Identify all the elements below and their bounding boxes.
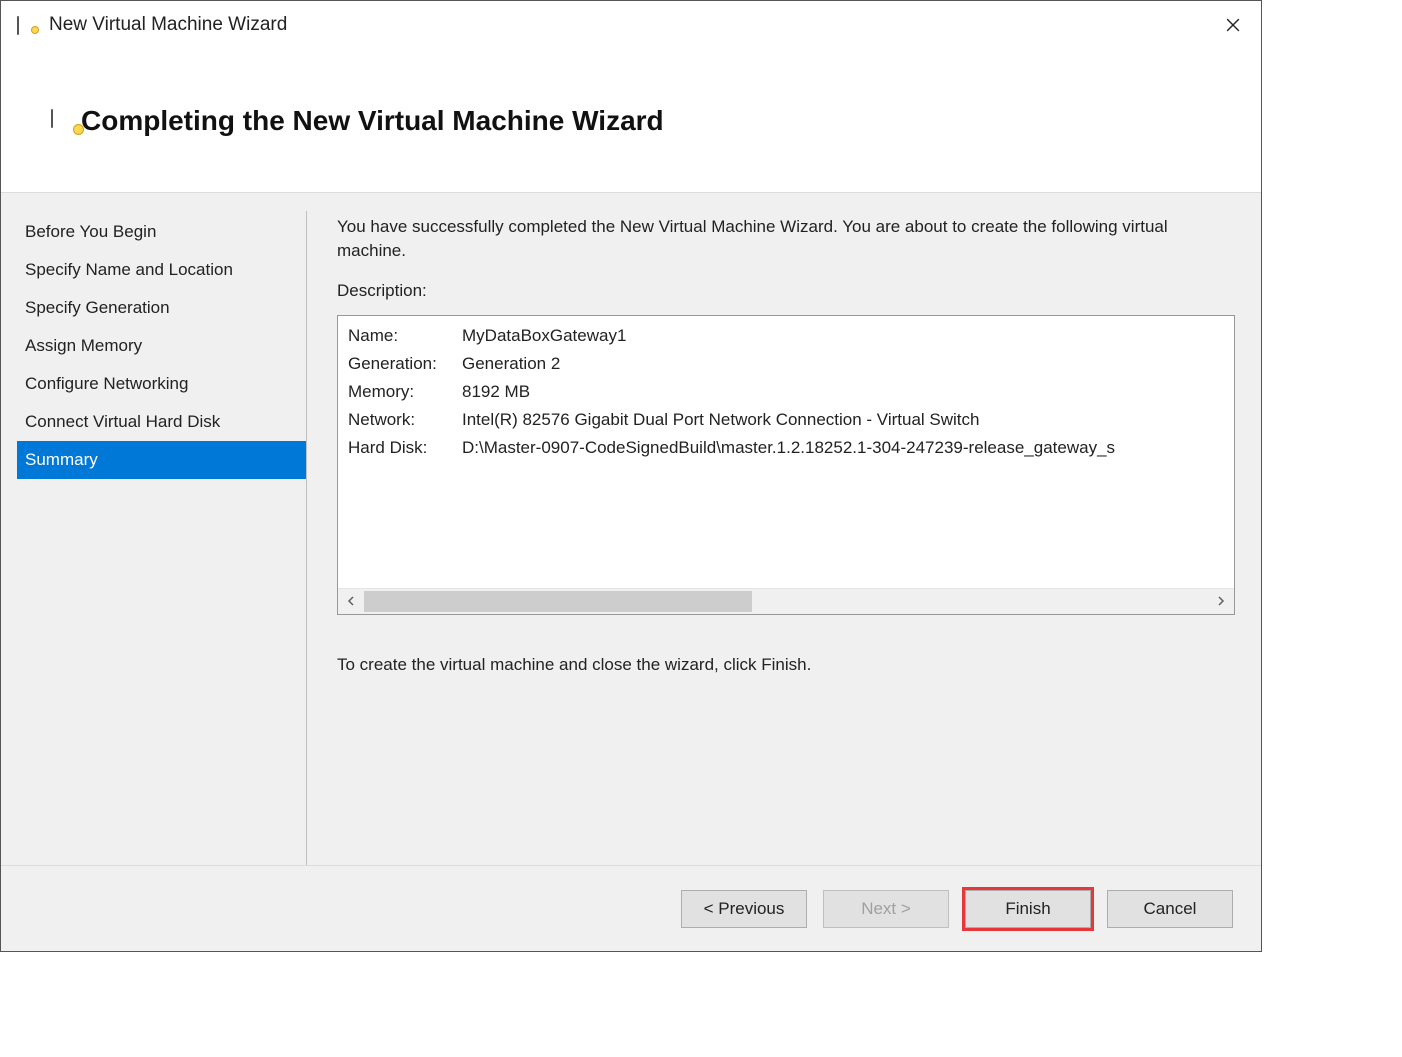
scroll-track[interactable]: [364, 589, 1208, 614]
prop-key: Network:: [348, 410, 462, 430]
prop-key: Hard Disk:: [348, 438, 462, 458]
prop-value: Intel(R) 82576 Gigabit Dual Port Network…: [462, 410, 1224, 430]
wizard-window: New Virtual Machine Wizard Completing th…: [0, 0, 1262, 952]
finish-button[interactable]: Finish: [965, 890, 1091, 928]
step-before-you-begin[interactable]: Before You Begin: [17, 213, 306, 251]
wizard-body: Before You Begin Specify Name and Locati…: [1, 193, 1261, 865]
scroll-right-icon[interactable]: [1208, 589, 1234, 614]
step-summary[interactable]: Summary: [17, 441, 306, 479]
close-button[interactable]: [1213, 5, 1253, 45]
description-box: Name: MyDataBoxGateway1 Generation: Gene…: [337, 315, 1235, 615]
button-row: < Previous Next > Finish Cancel: [1, 865, 1261, 951]
prop-key: Memory:: [348, 382, 462, 402]
prop-value: MyDataBoxGateway1: [462, 326, 1224, 346]
prop-generation: Generation: Generation 2: [348, 350, 1224, 378]
prop-value: 8192 MB: [462, 382, 1224, 402]
window-title: New Virtual Machine Wizard: [49, 14, 1213, 36]
titlebar: New Virtual Machine Wizard: [1, 1, 1261, 49]
prop-key: Generation:: [348, 354, 462, 374]
step-configure-networking[interactable]: Configure Networking: [17, 365, 306, 403]
content-pane: You have successfully completed the New …: [307, 211, 1245, 865]
wizard-icon: [51, 110, 81, 132]
step-connect-vhd[interactable]: Connect Virtual Hard Disk: [17, 403, 306, 441]
prop-hard-disk: Hard Disk: D:\Master-0907-CodeSignedBuil…: [348, 434, 1224, 462]
prop-name: Name: MyDataBoxGateway1: [348, 322, 1224, 350]
footer-text: To create the virtual machine and close …: [337, 655, 1235, 675]
prop-memory: Memory: 8192 MB: [348, 378, 1224, 406]
page-title: Completing the New Virtual Machine Wizar…: [81, 105, 664, 137]
close-icon: [1226, 18, 1240, 32]
next-button: Next >: [823, 890, 949, 928]
horizontal-scrollbar[interactable]: [338, 588, 1234, 614]
scroll-left-icon[interactable]: [338, 589, 364, 614]
step-assign-memory[interactable]: Assign Memory: [17, 327, 306, 365]
wizard-header: Completing the New Virtual Machine Wizar…: [1, 49, 1261, 193]
app-icon: [17, 17, 37, 32]
previous-button[interactable]: < Previous: [681, 890, 807, 928]
step-specify-name[interactable]: Specify Name and Location: [17, 251, 306, 289]
step-specify-generation[interactable]: Specify Generation: [17, 289, 306, 327]
description-label: Description:: [337, 281, 1235, 301]
description-rows: Name: MyDataBoxGateway1 Generation: Gene…: [338, 316, 1234, 588]
prop-value: Generation 2: [462, 354, 1224, 374]
prop-network: Network: Intel(R) 82576 Gigabit Dual Por…: [348, 406, 1224, 434]
cancel-button[interactable]: Cancel: [1107, 890, 1233, 928]
prop-key: Name:: [348, 326, 462, 346]
prop-value: D:\Master-0907-CodeSignedBuild\master.1.…: [462, 438, 1224, 458]
steps-sidebar: Before You Begin Specify Name and Locati…: [17, 211, 307, 865]
scroll-thumb[interactable]: [364, 591, 752, 612]
intro-text: You have successfully completed the New …: [337, 215, 1235, 263]
